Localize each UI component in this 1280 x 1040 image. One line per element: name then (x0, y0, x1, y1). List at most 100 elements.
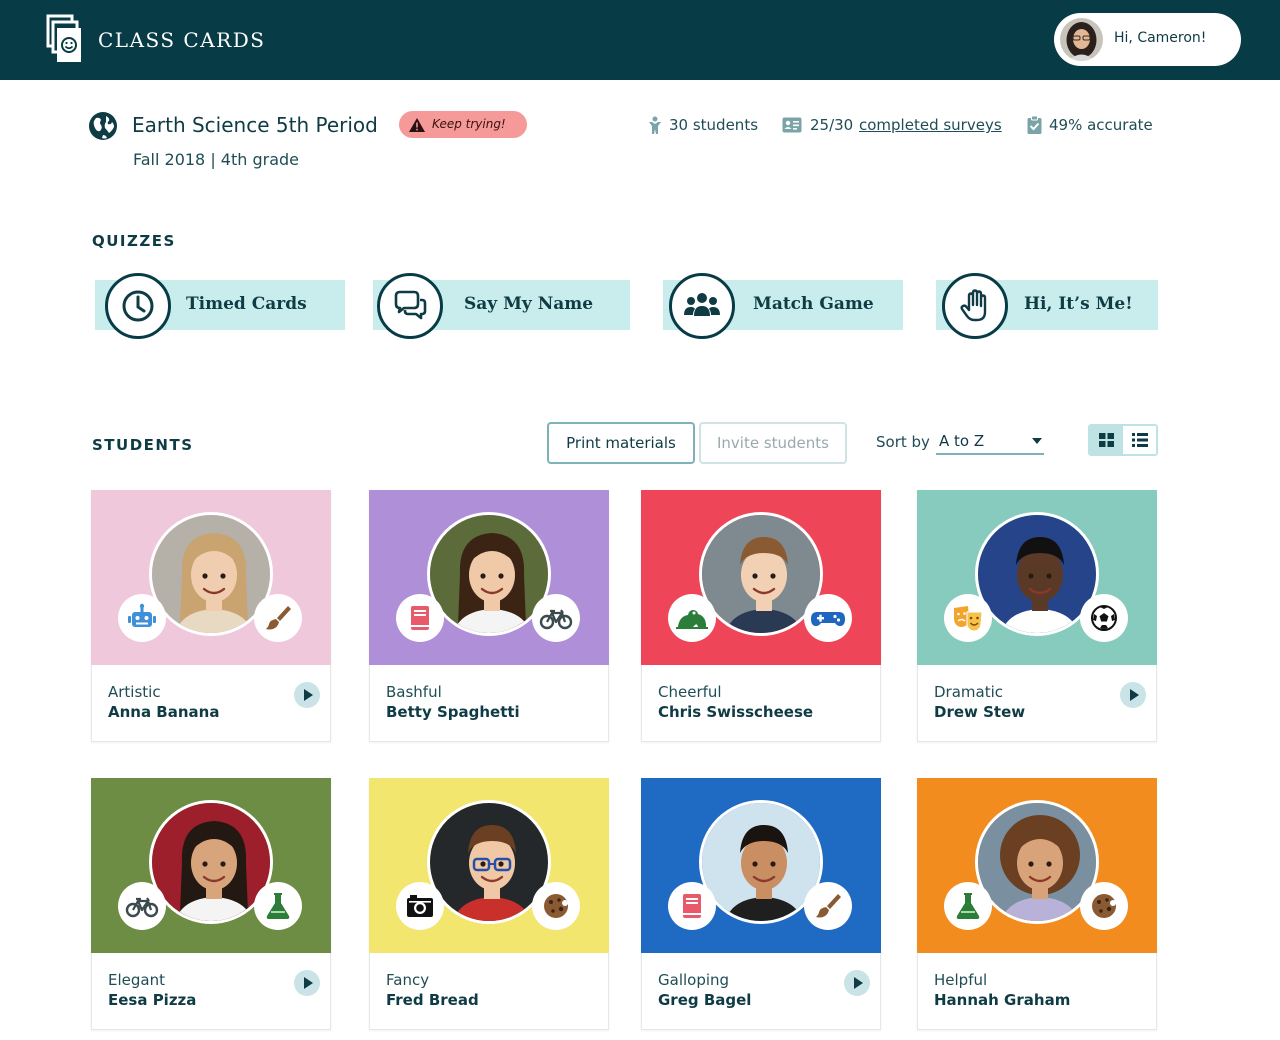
play-icon (304, 977, 313, 989)
invite-students-button[interactable]: Invite students (699, 422, 847, 464)
student-card[interactable]: Artistic Anna Banana (91, 490, 331, 742)
interest-badge (396, 594, 444, 642)
interest-badge (804, 882, 852, 930)
student-card[interactable]: Dramatic Drew Stew (917, 490, 1157, 742)
student-card[interactable]: Cheerful Chris Swisscheese (641, 490, 881, 742)
user-menu[interactable]: Hi, Cameron! (1054, 13, 1241, 66)
student-trait: Elegant (108, 971, 165, 989)
speech-bubbles-icon (394, 290, 427, 320)
student-card[interactable]: Galloping Greg Bagel (641, 778, 881, 1030)
cookie-icon (1092, 894, 1116, 918)
interest-badge (532, 882, 580, 930)
top-bar: CLASS CARDS Hi, Cameron! (0, 0, 1280, 80)
student-name: Greg Bagel (658, 991, 752, 1009)
student-trait: Helpful (934, 971, 988, 989)
quiz-match-game-button[interactable]: Match Game (663, 273, 903, 339)
theater-masks-icon (954, 606, 983, 632)
clipboard-check-icon (1027, 116, 1042, 134)
quiz-say-my-name-button[interactable]: Say My Name (373, 273, 630, 339)
card-color-panel (917, 778, 1157, 953)
student-trait: Galloping (658, 971, 730, 989)
print-materials-button[interactable]: Print materials (547, 422, 695, 464)
bicycle-icon (539, 609, 573, 630)
brand-title: CLASS CARDS (98, 28, 266, 52)
student-trait: Artistic (108, 683, 161, 701)
person-icon (649, 116, 661, 134)
paintbrush-icon (266, 606, 291, 630)
play-icon (1130, 689, 1139, 701)
student-trait: Cheerful (658, 683, 722, 701)
interest-badge (118, 594, 166, 642)
clock-icon (122, 290, 154, 322)
status-badge: Keep trying! (399, 111, 527, 138)
completed-surveys-link[interactable]: completed surveys (859, 116, 1002, 134)
student-card[interactable]: Bashful Betty Spaghetti (369, 490, 609, 742)
class-subtitle: Fall 2018 | 4th grade (133, 150, 300, 169)
quiz-label: Say My Name (464, 294, 594, 314)
flask-icon (266, 893, 290, 919)
quizzes-heading: QUIZZES (92, 232, 176, 250)
student-card[interactable]: Fancy Fred Bread (369, 778, 609, 1030)
quiz-label: Timed Cards (186, 294, 307, 314)
grid-view-button[interactable] (1090, 426, 1123, 454)
student-name: Hannah Graham (934, 991, 1071, 1009)
avatar (1060, 18, 1103, 61)
quiz-icon-circle (942, 273, 1008, 339)
play-pronunciation-button[interactable] (294, 682, 320, 708)
grid-icon (1099, 433, 1114, 447)
accuracy-stat: 49% accurate (1027, 116, 1157, 136)
sort-select[interactable]: A to Z (936, 428, 1044, 455)
interest-badge (668, 882, 716, 930)
user-greeting: Hi, Cameron! (1114, 30, 1207, 46)
bicycle-icon (125, 897, 159, 918)
raised-hand-icon (960, 289, 987, 322)
student-name: Anna Banana (108, 703, 220, 721)
list-icon (1132, 433, 1148, 447)
student-card[interactable]: Elegant Eesa Pizza (91, 778, 331, 1030)
student-name: Fred Bread (386, 991, 479, 1009)
view-toggle (1088, 424, 1158, 456)
group-icon (684, 293, 720, 316)
card-color-panel (641, 490, 881, 665)
quiz-icon-circle (377, 273, 443, 339)
surveys-stat: 25/30 completed surveys (782, 116, 1007, 136)
card-color-panel (641, 778, 881, 953)
student-card[interactable]: Helpful Hannah Graham (917, 778, 1157, 1030)
student-trait: Dramatic (934, 683, 1004, 701)
student-name: Eesa Pizza (108, 991, 197, 1009)
student-name: Drew Stew (934, 703, 1026, 721)
interest-badge (944, 882, 992, 930)
globe-icon (89, 112, 117, 140)
sort-label: Sort by (876, 433, 930, 451)
interest-badge (944, 594, 992, 642)
card-color-panel (91, 778, 331, 953)
book-icon (411, 606, 429, 630)
interest-badge (254, 594, 302, 642)
quiz-timed-cards-button[interactable]: Timed Cards (95, 273, 345, 339)
book-icon (683, 894, 701, 918)
play-pronunciation-button[interactable] (1120, 682, 1146, 708)
student-trait: Fancy (386, 971, 430, 989)
student-count-stat: 30 students (648, 116, 763, 136)
interest-badge (1080, 882, 1128, 930)
play-pronunciation-button[interactable] (844, 970, 870, 996)
class-title: Earth Science 5th Period (132, 113, 378, 137)
quiz-icon-circle (105, 273, 171, 339)
sort-value: A to Z (939, 432, 985, 450)
paintbrush-icon (816, 894, 841, 918)
play-pronunciation-button[interactable] (294, 970, 320, 996)
list-view-button[interactable] (1123, 426, 1156, 454)
quiz-label: Match Game (753, 294, 874, 314)
interest-badge (668, 594, 716, 642)
smiley-cards-icon[interactable] (46, 14, 82, 64)
card-color-panel (369, 490, 609, 665)
status-badge-label: Keep trying! (432, 117, 506, 131)
cookie-icon (544, 894, 568, 918)
card-color-panel (369, 778, 609, 953)
chevron-down-icon (1032, 438, 1042, 444)
quiz-hi-its-me-button[interactable]: Hi, It’s Me! (936, 273, 1158, 339)
student-trait: Bashful (386, 683, 442, 701)
id-card-icon (782, 117, 802, 133)
interest-badge (254, 882, 302, 930)
interest-badge (1080, 594, 1128, 642)
